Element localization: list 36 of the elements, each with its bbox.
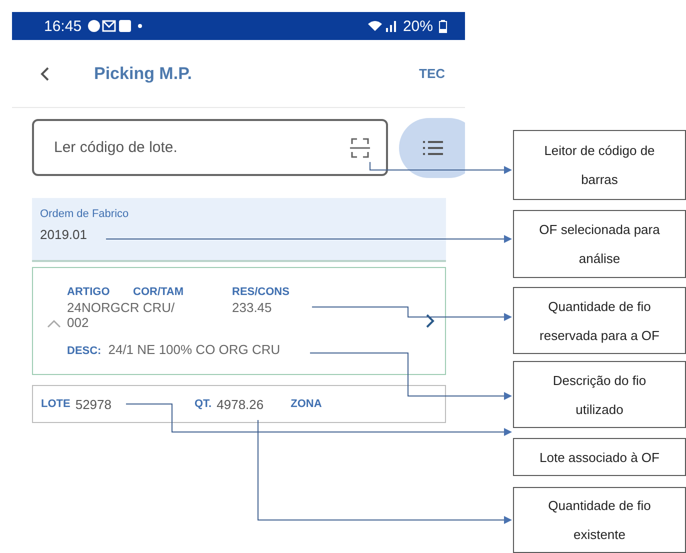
column-heading: COR/TAM	[133, 286, 185, 298]
battery-icon	[439, 20, 447, 32]
reserved-quantity: 233.45	[232, 300, 272, 316]
callout-box: OF selecionada para análise	[513, 210, 686, 278]
column-heading: RES/CONS	[232, 286, 290, 298]
callout-box: Lote associado à OF	[513, 438, 686, 476]
lot-row[interactable]: LOTE 52978 QT. 4978.26 ZONA	[32, 385, 446, 423]
menu-icon	[423, 140, 443, 156]
order-card[interactable]: Ordem de Fabrico 2019.01	[32, 198, 446, 262]
back-icon[interactable]	[40, 66, 50, 82]
lot-label: LOTE	[41, 398, 70, 410]
callout-box: Quantidade de fio existente	[513, 487, 686, 553]
description-text: 24/1 NE 100% CO ORG CRU	[108, 342, 280, 356]
quantity-label: QT.	[194, 398, 212, 410]
order-number: 2019.01	[40, 227, 87, 242]
lot-number: 52978	[75, 396, 112, 412]
column-heading: ARTIGO	[67, 286, 111, 298]
scan-icon[interactable]	[350, 137, 370, 159]
description-label: DESC:	[67, 344, 102, 356]
signal-icon	[366, 19, 397, 33]
screen-title: Picking M.P.	[94, 64, 192, 84]
callout-box: Leitor de código de barras	[513, 130, 686, 200]
callout-box: Descrição do fio utilizado	[513, 361, 686, 428]
zone-label: ZONA	[290, 398, 322, 410]
callout-box: Quantidade de fio reservada para a OF	[513, 287, 686, 354]
menu-button[interactable]	[399, 118, 465, 178]
search-field[interactable]: Ler código de lote.	[32, 119, 388, 176]
article-card[interactable]: ARTIGO COR/TAM RES/CONS 24NORGCR CRU/ 002 233.45 DESC: 24/1 NE 100% CO ORG CRU	[32, 267, 446, 375]
user-code: TEC	[419, 66, 445, 81]
status-time: 16:45	[44, 18, 82, 34]
quantity-value: 4978.26	[216, 396, 264, 412]
notification-icons	[88, 19, 142, 33]
article-code: 24NORGCR CRU/ 002	[67, 300, 176, 330]
chevron-right-icon[interactable]	[426, 314, 435, 328]
battery-level: 20%	[402, 18, 433, 34]
order-label: Ordem de Fabrico	[40, 208, 130, 220]
